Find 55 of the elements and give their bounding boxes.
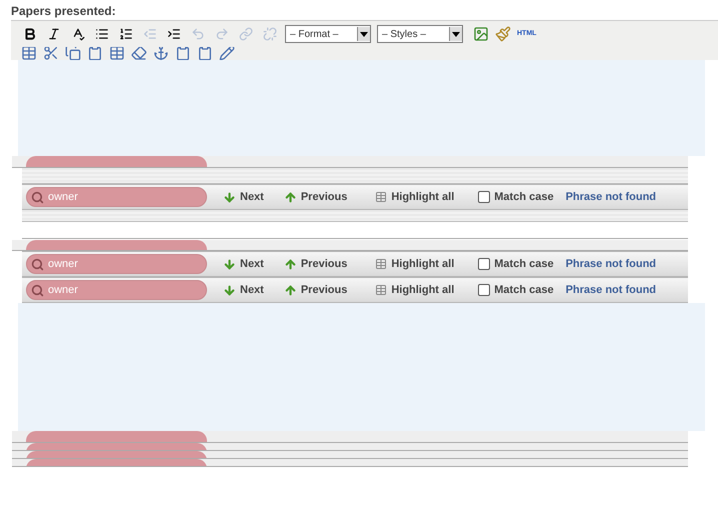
match-case-checkbox[interactable] <box>478 258 490 270</box>
anchor-icon[interactable] <box>153 47 169 60</box>
status-text: Phrase not found <box>566 190 656 205</box>
cut-icon[interactable] <box>43 47 59 60</box>
pencil-icon[interactable] <box>219 47 235 60</box>
search-icon <box>31 190 44 204</box>
table-icon[interactable] <box>21 47 37 60</box>
copy-icon[interactable] <box>65 47 81 60</box>
next-button[interactable]: Next <box>223 282 264 298</box>
redo-icon <box>215 27 229 41</box>
field-label: Papers presented: <box>11 3 117 20</box>
indent-icon <box>167 27 181 41</box>
status-text: Phrase not found <box>566 282 656 298</box>
spellcheck-icon <box>71 27 85 41</box>
match-case-label: Match case <box>494 190 554 205</box>
format-select[interactable]: – Format – <box>285 25 371 43</box>
search-icon <box>31 258 44 270</box>
highlight-icon <box>375 191 388 203</box>
status-text: Phrase not found <box>566 256 656 272</box>
up-arrow-icon <box>284 258 297 270</box>
up-arrow-icon <box>284 284 297 296</box>
down-arrow-icon <box>223 190 236 204</box>
highlight-all-button[interactable]: Highlight all <box>375 282 454 298</box>
bulleted-list-icon <box>95 27 109 41</box>
italic-icon <box>47 27 61 41</box>
undo-icon <box>191 27 205 41</box>
highlight-all-button[interactable]: Highlight all <box>375 256 454 272</box>
numbered-list-icon <box>119 27 133 41</box>
image-icon[interactable] <box>473 26 489 42</box>
bold-icon <box>23 27 37 41</box>
highlight-icon <box>375 284 388 296</box>
highlight-all-button[interactable]: Highlight all <box>375 188 454 206</box>
next-button[interactable]: Next <box>223 256 264 272</box>
brush-icon[interactable] <box>495 26 511 42</box>
match-case-checkbox[interactable] <box>478 284 490 296</box>
next-button[interactable]: Next <box>223 188 264 206</box>
match-case-label: Match case <box>494 282 554 298</box>
dropdown-arrow-icon <box>360 32 368 36</box>
unlink-icon <box>263 27 277 41</box>
dropdown-arrow-icon <box>452 32 460 36</box>
link-icon <box>239 27 253 41</box>
previous-button[interactable]: Previous <box>284 256 348 272</box>
table-icon[interactable] <box>109 47 125 60</box>
search-icon <box>31 284 44 296</box>
previous-button[interactable]: Previous <box>284 282 348 298</box>
match-case-checkbox[interactable] <box>478 191 490 203</box>
highlight-icon <box>375 258 388 270</box>
previous-button[interactable]: Previous <box>284 188 348 206</box>
eraser-icon[interactable] <box>131 47 147 60</box>
up-arrow-icon <box>284 190 297 204</box>
match-case-label: Match case <box>494 256 554 272</box>
down-arrow-icon <box>223 284 236 296</box>
outdent-icon <box>143 27 157 41</box>
styles-select[interactable]: – Styles – <box>377 25 463 43</box>
down-arrow-icon <box>223 258 236 270</box>
